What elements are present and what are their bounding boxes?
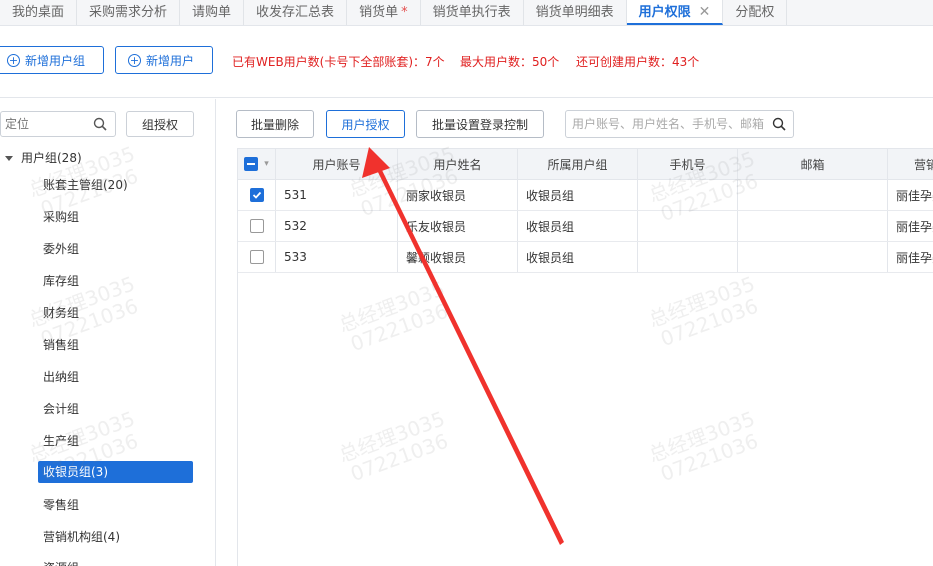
cell-phone — [638, 242, 738, 272]
table-row[interactable]: 532 乐友收银员 收银员组 丽佳孕婴 — [238, 211, 933, 242]
row-select-cell[interactable] — [238, 242, 276, 272]
batch-delete-button[interactable]: 批量删除 — [236, 110, 314, 138]
cell-account: 532 — [276, 211, 398, 241]
row-checkbox[interactable] — [250, 219, 264, 233]
cell-group: 收银员组 — [518, 242, 638, 272]
tab-requisition[interactable]: 请购单 — [180, 0, 245, 25]
row-checkbox-checked[interactable] — [250, 188, 264, 202]
tree-item[interactable]: 营销机构组(4) — [38, 526, 125, 548]
cell-name: 丽家收银员 — [398, 180, 518, 210]
cell-account: 531 — [276, 180, 398, 210]
row-select-cell[interactable] — [238, 180, 276, 210]
column-header-phone[interactable]: 手机号 — [638, 149, 738, 179]
caret-down-icon[interactable] — [5, 156, 13, 161]
max-user-count: 最大用户数：50个 — [460, 55, 560, 69]
button-label: 新增用户 — [146, 53, 195, 68]
tab-my-desktop[interactable]: 我的桌面 — [0, 0, 78, 25]
toolbar: + 新增用户组 + 新增用户 已有WEB用户数(卡号下全部账套)：7个 最大用户… — [0, 26, 933, 98]
tree-item[interactable]: 零售组 — [38, 494, 84, 516]
column-header-email[interactable]: 邮箱 — [738, 149, 888, 179]
cell-name: 馨颖收银员 — [398, 242, 518, 272]
tab-purchase-demand[interactable]: 采购需求分析 — [77, 0, 181, 25]
select-all-cell[interactable]: ▾ — [238, 149, 276, 179]
tab-label: 分配权 — [735, 5, 775, 20]
table-header: ▾ 用户账号 用户姓名 所属用户组 手机号 邮箱 营销 — [238, 149, 933, 180]
tree-item[interactable]: 出纳组 — [38, 366, 84, 388]
button-label: 新增用户组 — [25, 53, 86, 68]
tab-sales-execution[interactable]: 销货单执行表 — [421, 0, 524, 25]
tab-label: 请购单 — [192, 5, 232, 20]
tree-item-selected[interactable]: 收银员组(3) — [38, 461, 193, 483]
group-auth-button[interactable]: 组授权 — [126, 111, 194, 137]
column-header-org[interactable]: 营销 — [888, 149, 933, 179]
cell-phone — [638, 211, 738, 241]
cell-phone — [638, 180, 738, 210]
select-all-checkbox[interactable] — [244, 157, 259, 171]
row-checkbox[interactable] — [250, 250, 264, 264]
modified-marker: * — [401, 5, 408, 20]
cell-email — [738, 211, 888, 241]
tree-root[interactable]: 用户组(28) — [5, 149, 82, 166]
plus-icon: + — [128, 53, 141, 67]
check-icon — [252, 191, 262, 199]
user-list-panel: 批量删除 用户授权 批量设置登录控制 ▾ 用户账号 用户姓名 所属用户组 手机号… — [217, 99, 933, 566]
tab-label: 收发存汇总表 — [256, 5, 335, 20]
tree-item[interactable]: 库存组 — [38, 270, 84, 292]
table-row[interactable]: 531 丽家收银员 收银员组 丽佳孕婴 — [238, 180, 933, 211]
plus-icon: + — [7, 53, 20, 67]
tab-sales-detail[interactable]: 销货单明细表 — [524, 0, 627, 25]
cell-org: 丽佳孕婴 — [888, 211, 933, 241]
cell-email — [738, 180, 888, 210]
group-search-input[interactable] — [1, 112, 91, 136]
close-icon[interactable]: ✕ — [699, 4, 711, 20]
tab-label: 销货单明细表 — [535, 5, 614, 20]
tab-label: 销货单执行表 — [432, 5, 511, 20]
tab-label: 销货单 — [359, 5, 399, 20]
tree-item[interactable]: 采购组 — [38, 206, 84, 228]
tab-inventory-summary[interactable]: 收发存汇总表 — [244, 0, 348, 25]
tab-bar: 我的桌面 采购需求分析 请购单 收发存汇总表 销货单 * 销货单执行表 销货单明细… — [0, 0, 933, 26]
cell-group: 收银员组 — [518, 180, 638, 210]
cell-account: 533 — [276, 242, 398, 272]
tree-item[interactable]: 财务组 — [38, 302, 84, 324]
tree-item[interactable]: 会计组 — [38, 398, 84, 420]
batch-login-control-button[interactable]: 批量设置登录控制 — [416, 110, 544, 138]
user-table: ▾ 用户账号 用户姓名 所属用户组 手机号 邮箱 营销 531 丽家收银员 收银… — [237, 148, 933, 566]
cell-org: 丽佳孕婴 — [888, 242, 933, 272]
column-header-name[interactable]: 用户姓名 — [398, 149, 518, 179]
user-group-panel: 组授权 用户组(28) 账套主管组(20) 采购组 委外组 库存组 财务组 销售… — [0, 99, 216, 566]
group-search-field[interactable] — [0, 111, 116, 137]
user-auth-button[interactable]: 用户授权 — [326, 110, 405, 138]
remaining-user-count: 还可创建用户数：43个 — [576, 55, 700, 69]
add-user-group-button[interactable]: + 新增用户组 — [0, 46, 104, 74]
tab-label: 用户权限 — [638, 5, 691, 20]
tab-sales-order[interactable]: 销货单 * — [347, 0, 421, 25]
tree-item[interactable]: 资源组 — [38, 557, 84, 566]
user-search-input[interactable] — [566, 111, 766, 137]
web-user-count: 已有WEB用户数(卡号下全部账套)：7个 — [232, 55, 445, 69]
column-header-group[interactable]: 所属用户组 — [518, 149, 638, 179]
column-header-account[interactable]: 用户账号 — [276, 149, 398, 179]
cell-org: 丽佳孕婴 — [888, 180, 933, 210]
row-select-cell[interactable] — [238, 211, 276, 241]
chevron-down-icon[interactable]: ▾ — [264, 159, 269, 169]
tree-root-label: 用户组(28) — [21, 151, 82, 165]
tree-item[interactable]: 生产组 — [38, 430, 84, 452]
tab-label: 我的桌面 — [12, 5, 65, 20]
cell-group: 收银员组 — [518, 211, 638, 241]
search-icon[interactable] — [93, 117, 107, 131]
tree-item[interactable]: 账套主管组(20) — [38, 174, 133, 196]
cell-name: 乐友收银员 — [398, 211, 518, 241]
tree-item[interactable]: 委外组 — [38, 238, 84, 260]
tab-label: 采购需求分析 — [89, 5, 168, 20]
add-user-button[interactable]: + 新增用户 — [115, 46, 213, 74]
table-row[interactable]: 533 馨颖收银员 收银员组 丽佳孕婴 — [238, 242, 933, 273]
search-icon[interactable] — [772, 117, 786, 131]
cell-email — [738, 242, 888, 272]
tree-item[interactable]: 销售组 — [38, 334, 84, 356]
tab-user-permissions[interactable]: 用户权限 ✕ — [626, 0, 724, 25]
user-search-field[interactable] — [565, 110, 794, 138]
tab-assign-permissions[interactable]: 分配权 — [723, 0, 788, 25]
